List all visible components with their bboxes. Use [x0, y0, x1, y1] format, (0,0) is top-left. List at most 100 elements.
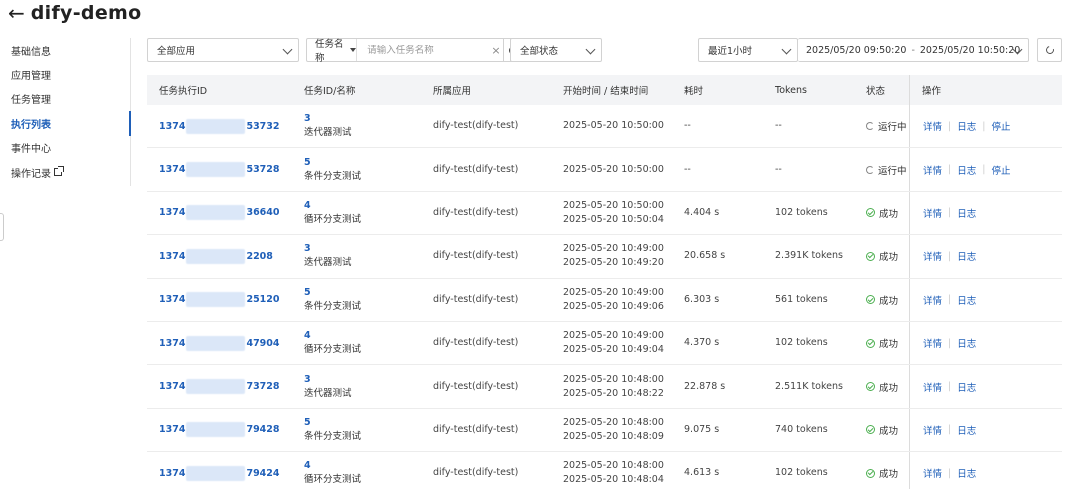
execution-id-link[interactable]: 1374 53732 — [159, 118, 280, 134]
task-id-link[interactable]: 3 — [304, 112, 352, 126]
detail-link[interactable]: 详情 — [923, 249, 942, 263]
end-time: 2025-05-20 10:49:04 — [563, 344, 664, 356]
sidebar-item-execution-list[interactable]: 执行列表 — [0, 111, 131, 136]
log-link[interactable]: 日志 — [957, 423, 976, 437]
sidebar-item-label: 任务管理 — [11, 95, 51, 107]
divider: | — [982, 120, 986, 132]
execution-id-suffix: 2208 — [246, 250, 273, 262]
end-time: 2025-05-20 10:49:06 — [563, 300, 664, 312]
execution-id-link[interactable]: 1374 36640 — [159, 205, 280, 221]
log-link[interactable]: 日志 — [957, 380, 976, 394]
duration: -- — [684, 120, 691, 132]
end-time: 2025-05-20 10:48:09 — [563, 430, 664, 442]
log-link[interactable]: 日志 — [957, 466, 976, 480]
task-id-link[interactable]: 5 — [304, 156, 361, 170]
check-circle-icon — [866, 251, 875, 261]
status-text: 成功 — [879, 208, 899, 220]
task-type-select[interactable]: 任务名称 — [307, 39, 358, 64]
col-header-app: 所属应用 — [433, 86, 472, 97]
sidebar-item-operation-log[interactable]: 操作记录 — [0, 160, 130, 184]
execution-id-prefix: 1374 — [159, 164, 186, 176]
execution-id-suffix: 79428 — [246, 424, 280, 436]
app-name: dify-test(dify-test) — [433, 380, 519, 392]
detail-link[interactable]: 详情 — [923, 423, 942, 437]
date-range-picker[interactable]: 2025/05/20 09:50:20 - 2025/05/20 10:50:2… — [798, 38, 1029, 62]
execution-id-prefix: 1374 — [159, 467, 186, 479]
log-link[interactable]: 日志 — [957, 206, 976, 220]
detail-link[interactable]: 详情 — [923, 380, 942, 394]
execution-id-prefix: 1374 — [159, 381, 186, 393]
execution-id-link[interactable]: 1374 2208 — [159, 248, 273, 264]
detail-link[interactable]: 详情 — [923, 293, 942, 307]
task-name: 条件分支测试 — [304, 430, 362, 442]
table-row: 1374 79424 4 循环分支测试 dify-test(dify-test) … — [147, 452, 1062, 489]
status-badge: 成功 — [866, 293, 898, 307]
sidebar-collapse-handle[interactable] — [0, 213, 4, 241]
task-id-link[interactable]: 4 — [304, 329, 361, 343]
duration: 4.404 s — [684, 206, 720, 218]
time-range-select[interactable]: 最近1小时 — [698, 38, 798, 62]
task-id-link[interactable]: 4 — [304, 199, 361, 213]
task-id-link[interactable]: 5 — [304, 286, 361, 300]
divider: | — [948, 337, 952, 349]
arrow-left-icon[interactable]: ← — [8, 3, 25, 23]
task-name: 循环分支测试 — [304, 344, 362, 356]
task-name: 循环分支测试 — [304, 474, 362, 486]
detail-link[interactable]: 详情 — [923, 163, 942, 177]
task-id-link[interactable]: 3 — [304, 242, 352, 256]
execution-id-link[interactable]: 1374 47904 — [159, 335, 280, 351]
sidebar-item-basic-info[interactable]: 基础信息 — [0, 38, 130, 62]
task-name: 迭代器测试 — [304, 387, 352, 399]
log-link[interactable]: 日志 — [957, 336, 976, 350]
external-link-icon — [54, 166, 64, 177]
page-title: dify-demo — [30, 2, 142, 24]
status-badge: 运行中 — [866, 119, 907, 133]
status-badge: 成功 — [866, 423, 898, 437]
sidebar-nav: 基础信息 应用管理 任务管理 执行列表 事件中心 操作记录 — [0, 38, 131, 186]
sidebar-item-task-management[interactable]: 任务管理 — [0, 87, 130, 111]
status-badge: 成功 — [866, 336, 898, 350]
app-name: dify-test(dify-test) — [433, 337, 519, 349]
execution-id-suffix: 73728 — [246, 381, 280, 393]
tokens: 102 tokens — [775, 337, 828, 349]
divider: | — [948, 467, 952, 479]
detail-link[interactable]: 详情 — [923, 336, 942, 350]
log-link[interactable]: 日志 — [957, 293, 976, 307]
col-header-actions: 操作 — [909, 75, 1062, 105]
detail-link[interactable]: 详情 — [923, 206, 942, 220]
detail-link[interactable]: 详情 — [923, 466, 942, 480]
stop-link[interactable]: 停止 — [991, 163, 1010, 177]
refresh-button[interactable] — [1037, 38, 1062, 62]
check-circle-icon — [866, 382, 875, 392]
divider: | — [948, 424, 952, 436]
task-id-link[interactable]: 4 — [304, 459, 361, 473]
start-time: 2025-05-20 10:48:00 — [563, 373, 664, 385]
log-link[interactable]: 日志 — [957, 249, 976, 263]
page-header: ← dify-demo — [8, 0, 141, 26]
start-time: 2025-05-20 10:49:00 — [563, 330, 664, 342]
col-header-duration: 耗时 — [684, 86, 704, 97]
execution-id-link[interactable]: 1374 73728 — [159, 379, 280, 395]
task-type-value: 任务名称 — [315, 39, 344, 64]
status-select[interactable]: 全部状态 — [510, 38, 602, 62]
tokens: -- — [775, 163, 782, 175]
execution-id-link[interactable]: 1374 53728 — [159, 162, 280, 178]
execution-id-link[interactable]: 1374 25120 — [159, 292, 280, 308]
log-link[interactable]: 日志 — [957, 119, 976, 133]
status-text: 成功 — [879, 469, 899, 481]
table-row: 1374 79428 5 条件分支测试 dify-test(dify-test) … — [147, 408, 1062, 453]
execution-id-suffix: 36640 — [246, 207, 280, 219]
execution-id-link[interactable]: 1374 79424 — [159, 465, 280, 481]
sidebar-item-event-center[interactable]: 事件中心 — [0, 136, 130, 160]
stop-link[interactable]: 停止 — [991, 119, 1010, 133]
task-id-link[interactable]: 5 — [304, 416, 361, 430]
task-name: 条件分支测试 — [304, 300, 362, 312]
log-link[interactable]: 日志 — [957, 163, 976, 177]
close-icon[interactable]: × — [489, 44, 502, 57]
app-select[interactable]: 全部应用 — [147, 38, 299, 62]
execution-id-link[interactable]: 1374 79428 — [159, 422, 280, 438]
task-id-link[interactable]: 3 — [304, 373, 352, 387]
task-name-input[interactable] — [357, 44, 490, 56]
sidebar-item-app-management[interactable]: 应用管理 — [0, 62, 130, 86]
detail-link[interactable]: 详情 — [923, 119, 942, 133]
